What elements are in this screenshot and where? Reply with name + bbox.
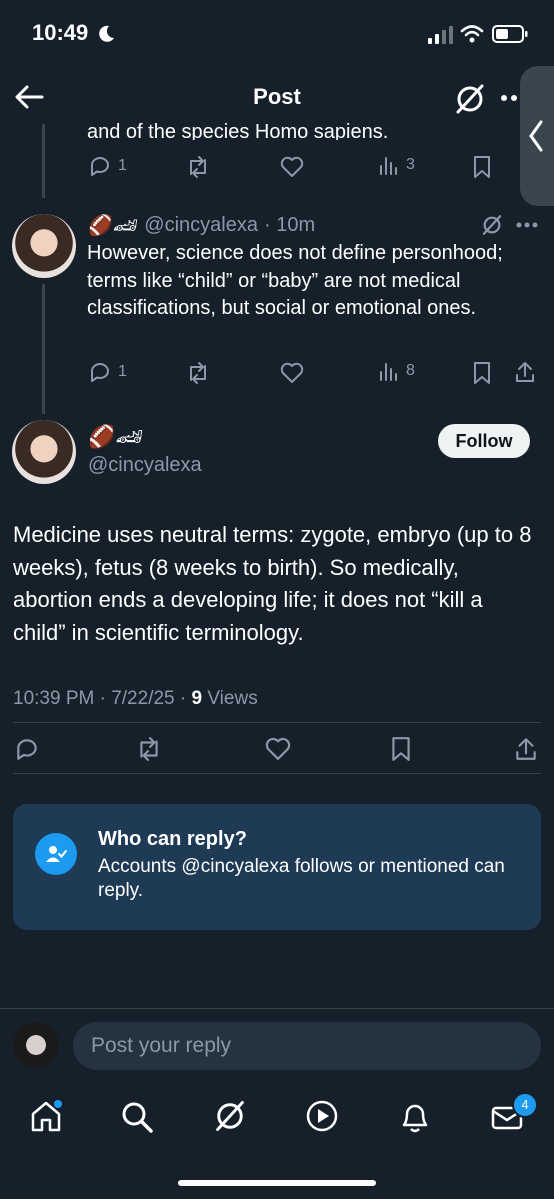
divider (0, 1008, 554, 1009)
user-check-icon (35, 833, 77, 875)
divider (13, 773, 541, 774)
post-actions (14, 734, 540, 764)
repost-icon[interactable] (136, 737, 162, 761)
reply-button[interactable]: 1 (88, 154, 127, 178)
post-text: Medicine uses neutral terms: zygote, emb… (13, 522, 532, 645)
more-options-icon[interactable] (500, 94, 520, 102)
reply-author-row: 🏈🏎 @cincyalexa · 10m (88, 211, 315, 239)
thread-line (42, 284, 45, 414)
avatar (13, 1022, 59, 1068)
post-timestamp-row: 10:39 PM · 7/22/25 · 9 Views (13, 688, 258, 710)
reply-count: 1 (118, 157, 127, 174)
wifi-icon (460, 25, 484, 43)
nav-messages[interactable]: 4 (490, 1092, 538, 1136)
repost-icon[interactable] (186, 362, 210, 384)
like-icon[interactable] (280, 156, 304, 178)
reply-input[interactable]: Post your reply (73, 1022, 541, 1070)
name-emoji: 🏈🏎 (88, 214, 139, 237)
bell-icon[interactable] (398, 1099, 432, 1135)
views-count: 3 (406, 156, 415, 173)
bookmark-icon[interactable] (390, 736, 412, 762)
home-indicator (178, 1180, 376, 1186)
grok-icon[interactable] (454, 84, 486, 114)
video-play-icon[interactable] (305, 1099, 339, 1133)
moon-icon (99, 25, 114, 42)
reply-button[interactable]: 1 (88, 360, 127, 384)
grok-icon[interactable] (212, 1098, 248, 1134)
bookmark-icon[interactable] (472, 361, 492, 385)
grok-icon[interactable] (480, 214, 504, 236)
reply-count: 1 (118, 363, 127, 380)
avatar[interactable] (12, 420, 76, 484)
views-button[interactable]: 8 (378, 360, 415, 382)
avatar[interactable] (12, 214, 76, 278)
reply-input-placeholder: Post your reply (91, 1034, 232, 1057)
thread-line (42, 124, 45, 198)
more-options-icon[interactable] (516, 222, 538, 228)
card-title: Who can reply? (98, 828, 247, 850)
like-icon[interactable] (280, 362, 304, 384)
prev-post-actions: 1 3 (88, 154, 538, 182)
views-label: Views (202, 688, 258, 709)
bookmark-icon[interactable] (472, 155, 492, 179)
chevron-left-icon (529, 120, 543, 152)
reply-restriction-card: Who can reply? Accounts @cincyalexa foll… (13, 804, 541, 930)
views-icon (380, 363, 397, 381)
divider (13, 722, 541, 723)
author-handle[interactable]: @cincyalexa (144, 214, 258, 237)
side-panel-handle[interactable] (520, 66, 554, 206)
status-time: 10:49 (32, 20, 89, 45)
prev-post-text: and of the species Homo sapiens. (87, 121, 389, 140)
author-handle[interactable]: @cincyalexa (88, 454, 202, 477)
name-emoji: 🏈🏎 (88, 424, 144, 449)
views-button[interactable]: 3 (378, 154, 415, 176)
reply-text: However, science does not define personh… (87, 242, 503, 319)
search-icon[interactable] (120, 1100, 154, 1134)
card-body: Accounts @cincyalexa follows or mentione… (98, 856, 505, 901)
messages-badge: 4 (512, 1092, 538, 1118)
reply-icon[interactable] (14, 736, 40, 762)
status-bar: 10:49 (0, 0, 554, 64)
reply-icon (91, 363, 109, 382)
repost-icon[interactable] (186, 156, 210, 178)
reply-actions: 1 8 (88, 360, 538, 388)
post-timestamp: 10:39 PM · 7/22/25 · (13, 688, 192, 709)
notification-dot (54, 1100, 62, 1108)
like-icon[interactable] (264, 737, 292, 761)
follow-button[interactable]: Follow (438, 424, 530, 458)
bottom-nav: 4 (0, 1090, 554, 1150)
share-icon[interactable] (514, 360, 536, 384)
reply-icon (91, 157, 109, 176)
share-icon[interactable] (514, 736, 538, 762)
views-icon (380, 157, 397, 175)
battery-icon (492, 25, 528, 43)
signal-icon (428, 26, 453, 44)
nav-home[interactable] (28, 1098, 68, 1138)
views-count: 8 (406, 362, 415, 379)
views-count: 9 (191, 688, 203, 709)
post-time: · 10m (263, 213, 316, 236)
